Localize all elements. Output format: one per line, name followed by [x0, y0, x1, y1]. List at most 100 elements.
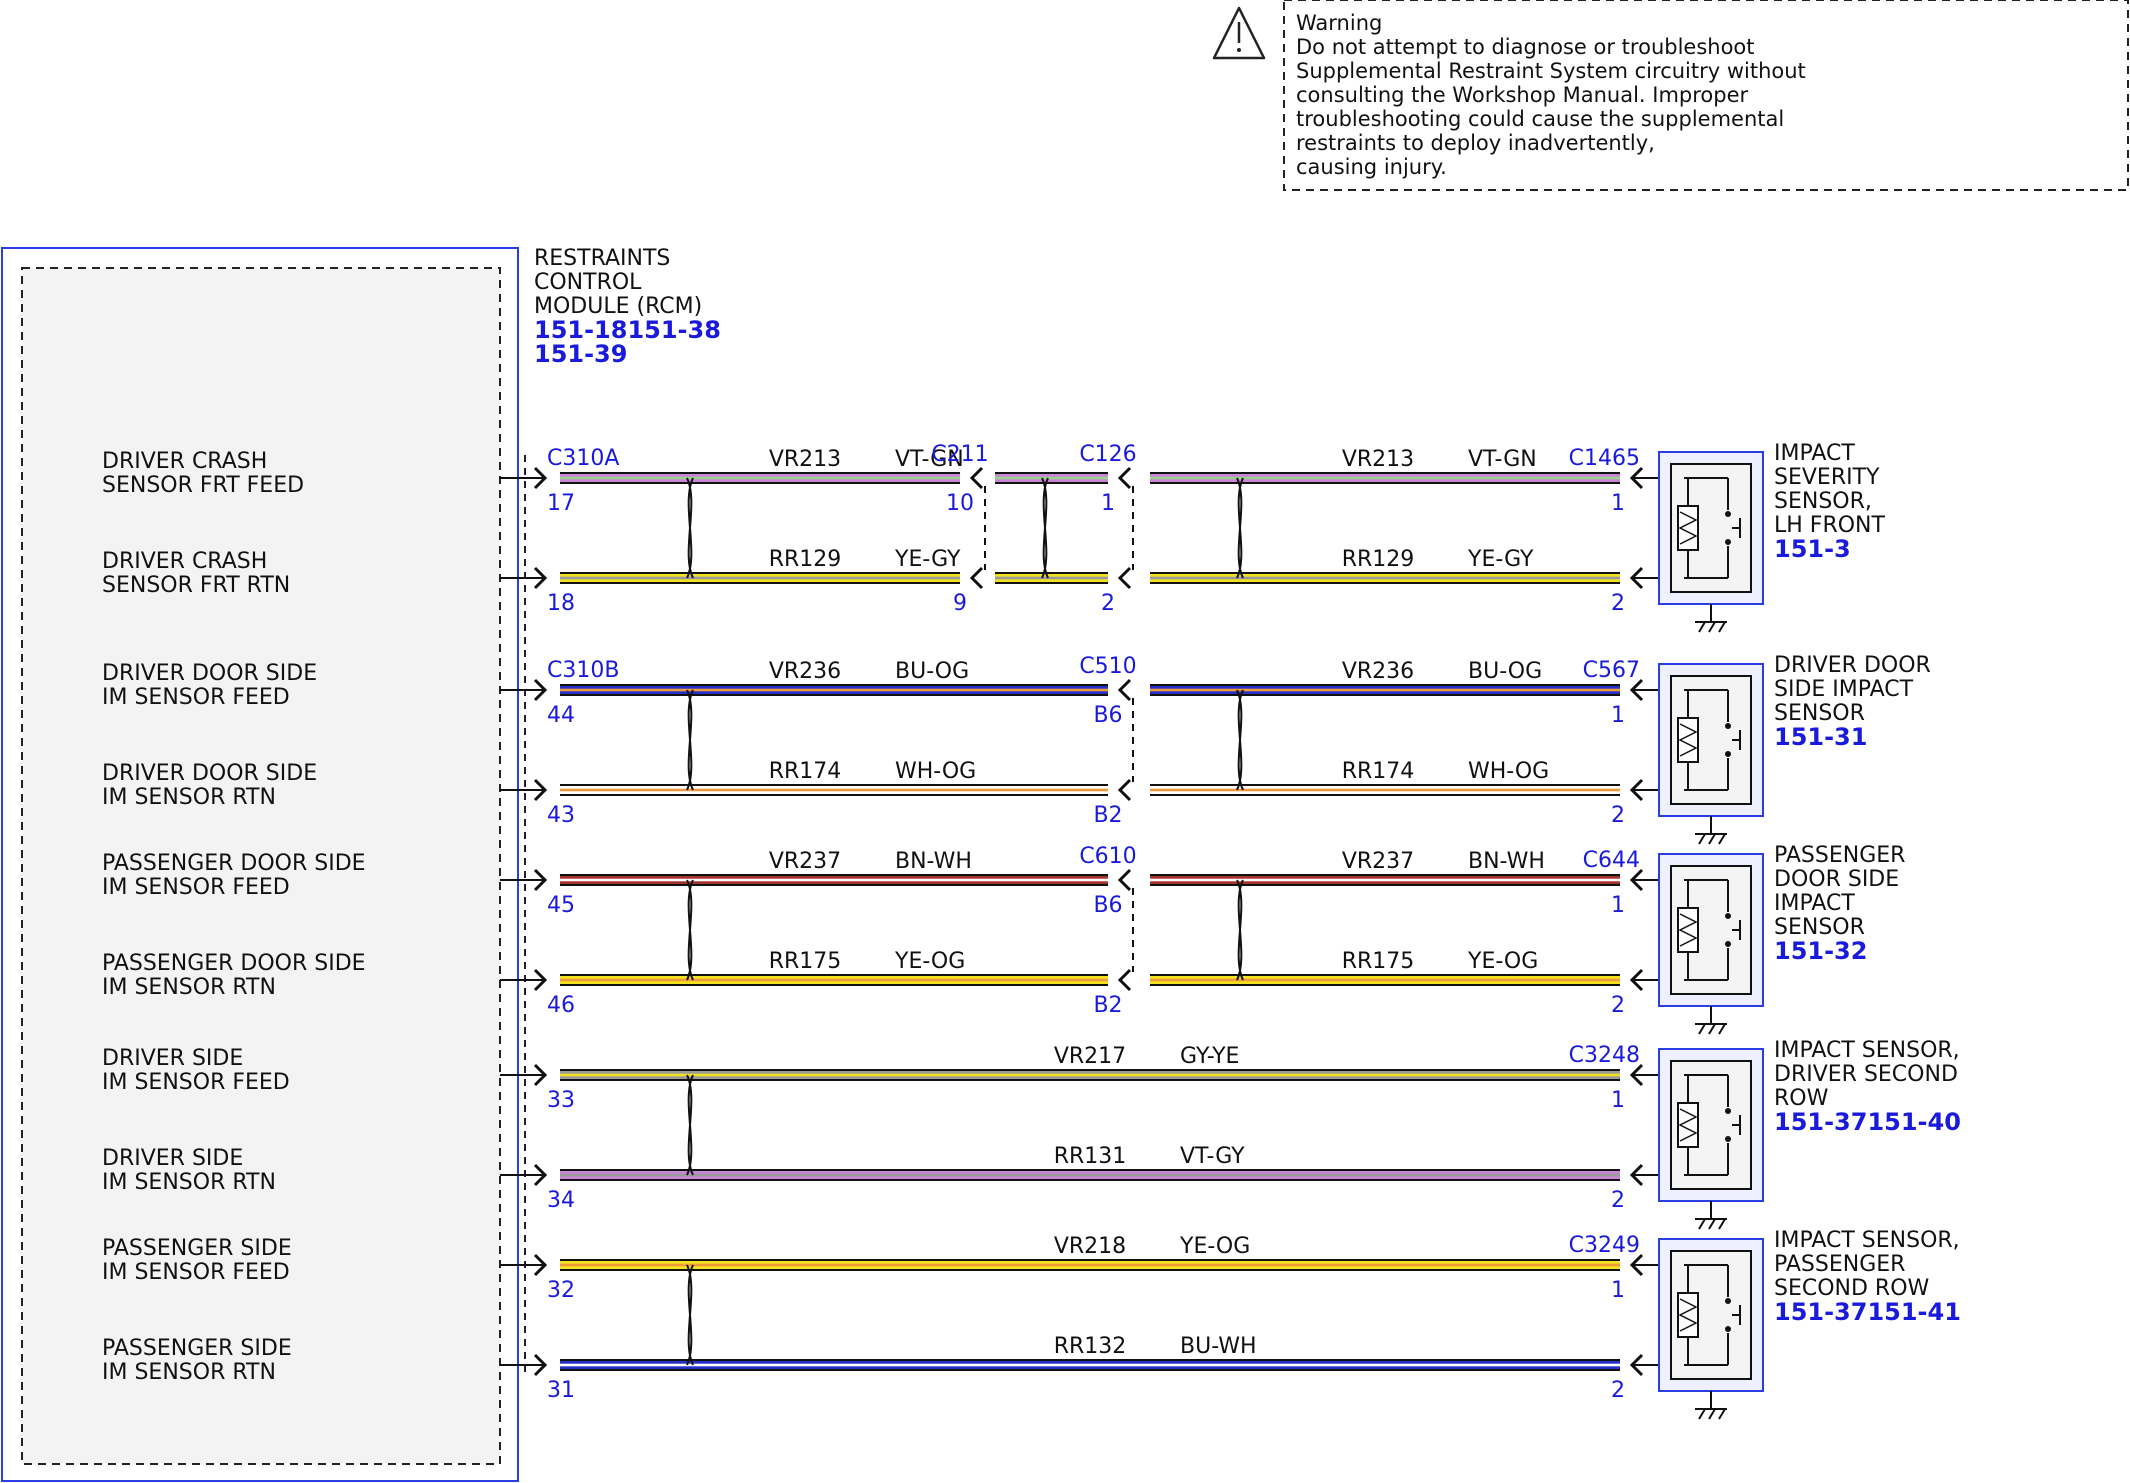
inline-pin-number: B2 — [1093, 993, 1122, 1018]
ground-icon-hatch — [1698, 1408, 1706, 1420]
rcm-pin-number: 17 — [547, 491, 575, 516]
circuit-label: IM SENSOR RTN — [102, 1170, 276, 1195]
sensor-name-line: IMPACT SENSOR, — [1774, 1228, 1960, 1253]
inline-connector-label: C211 — [931, 442, 988, 467]
sensor-name-line: DRIVER SECOND — [1774, 1062, 1958, 1087]
circuit-label: DRIVER DOOR SIDE — [102, 761, 317, 786]
wire-stripe-color — [560, 576, 960, 580]
ground-icon-hatch — [1698, 1023, 1706, 1035]
ground-icon-hatch — [1708, 1023, 1716, 1035]
sensor-pin-number: 1 — [1611, 703, 1625, 728]
wire-circuit-id: VR236 — [1342, 659, 1414, 684]
wire-circuit-id: RR129 — [769, 547, 842, 572]
circuit-label: IM SENSOR RTN — [102, 785, 276, 810]
circuit-label: PASSENGER DOOR SIDE — [102, 851, 366, 876]
warning-icon — [1212, 6, 1266, 60]
sensor-name-line: IMPACT SENSOR, — [1774, 1038, 1960, 1063]
wire-circuit-id: VR237 — [1342, 849, 1414, 874]
twisted-pair-marker — [1236, 879, 1244, 981]
circuit-label: IM SENSOR FEED — [102, 1260, 290, 1285]
wire-circuit-id: VR213 — [1342, 447, 1414, 472]
warning-panel: Warning Do not attempt to diagnose or tr… — [1212, 0, 2129, 191]
rcm-name-line: CONTROL — [534, 270, 642, 295]
inline-pin-number: B6 — [1093, 703, 1122, 728]
sensor-pin-number: 1 — [1611, 491, 1625, 516]
sensor-ref: 151-37151-40 — [1774, 1108, 1961, 1136]
rcm-ref[interactable]: 151-39 — [534, 340, 627, 368]
sensor-ref: 151-3 — [1774, 535, 1851, 563]
sensor-name-line: PASSENGER — [1774, 843, 1905, 868]
wire-color-code: BU-OG — [895, 659, 969, 684]
rcm-pin-number: 43 — [547, 803, 575, 828]
inline-connector-arrow — [1117, 466, 1132, 490]
wire-color-code: YE-GY — [894, 547, 961, 572]
wire-stripe-color — [560, 688, 1108, 692]
wire-color-code: YE-GY — [1467, 547, 1534, 572]
wire-color-code: BN-WH — [1468, 849, 1545, 874]
wire-stripe-color — [995, 476, 1108, 480]
inline-connector-label: C610 — [1079, 844, 1136, 869]
wire-circuit-id: RR131 — [1054, 1144, 1127, 1169]
wire-circuit-id: VR218 — [1054, 1234, 1126, 1259]
rcm-pin-number: 33 — [547, 1088, 575, 1113]
wire-stripe-color — [560, 1263, 1620, 1267]
impact-sensor: IMPACT SENSOR,PASSENGERSECOND ROW151-371… — [1658, 1228, 1961, 1420]
wire-color-code: YE-OG — [1467, 949, 1538, 974]
sensor-pin-number: 1 — [1611, 893, 1625, 918]
twisted-pair-marker — [686, 477, 694, 579]
sensor-switch-contact — [1725, 723, 1731, 729]
sensor-ref: 151-32 — [1774, 937, 1867, 965]
circuit-label: PASSENGER SIDE — [102, 1236, 292, 1261]
sensor-switch-contact — [1725, 511, 1731, 517]
wire-stripe-color — [560, 476, 960, 480]
wiring-diagram: Warning Do not attempt to diagnose or tr… — [1, 0, 2129, 1482]
wire-color-code: YE-OG — [1179, 1234, 1250, 1259]
warning-title: Warning — [1296, 11, 1382, 35]
ground-icon-hatch — [1698, 621, 1706, 633]
inline-connector-label: C510 — [1079, 654, 1136, 679]
sensor-switch-contact — [1725, 1298, 1731, 1304]
sensor-pin-number: 2 — [1611, 993, 1625, 1018]
sensor-connector-label: C3248 — [1569, 1043, 1640, 1068]
circuit-label: DRIVER SIDE — [102, 1146, 243, 1171]
circuit-label: IM SENSOR RTN — [102, 975, 276, 1000]
rcm-pin-number: 46 — [547, 993, 575, 1018]
ground-icon-hatch — [1718, 1023, 1726, 1035]
warning-line: Do not attempt to diagnose or troublesho… — [1296, 35, 1755, 59]
circuit-label: IM SENSOR FEED — [102, 1070, 290, 1095]
inline-connector-arrow — [969, 466, 984, 490]
wire-circuit-id: VR237 — [769, 849, 841, 874]
sensor-switch-contact — [1725, 539, 1731, 545]
twisted-pair-marker — [686, 1264, 694, 1366]
inline-connector-arrow — [1117, 868, 1132, 892]
circuit-label: SENSOR FRT RTN — [102, 573, 290, 598]
rcm-pin-number: 31 — [547, 1378, 575, 1403]
warning-line: consulting the Workshop Manual. Improper — [1296, 83, 1749, 107]
wire-circuit-id: VR213 — [769, 447, 841, 472]
sensor-name-line: SEVERITY — [1774, 465, 1880, 490]
warning-line: troubleshooting could cause the suppleme… — [1296, 107, 1784, 131]
wire-circuit-id: RR174 — [769, 759, 842, 784]
ground-icon-hatch — [1718, 1218, 1726, 1230]
twisted-pair-marker — [686, 1074, 694, 1176]
sensor-pin-number: 2 — [1611, 803, 1625, 828]
sensor-pin-number: 1 — [1611, 1278, 1625, 1303]
ground-icon-hatch — [1708, 1408, 1716, 1420]
sensor-connector-label: C644 — [1583, 848, 1640, 873]
circuit-label: IM SENSOR RTN — [102, 1360, 276, 1385]
twisted-pair-marker — [686, 879, 694, 981]
sensor-ref: 151-37151-41 — [1774, 1298, 1961, 1326]
wire-stripe-color — [560, 978, 1108, 982]
inline-pin-number: 1 — [1101, 491, 1115, 516]
circuit-label: DRIVER SIDE — [102, 1046, 243, 1071]
inline-connector-label: C126 — [1079, 442, 1136, 467]
sensor-pin-number: 2 — [1611, 1188, 1625, 1213]
inline-connector-arrow — [1117, 968, 1132, 992]
wire-color-code: VT-GN — [1468, 447, 1537, 472]
wire-circuit-id: RR175 — [769, 949, 842, 974]
wire-color-code: WH-OG — [1468, 759, 1549, 784]
wire-stripe-color — [1150, 788, 1620, 792]
impact-sensor: IMPACT SENSOR,DRIVER SECONDROW151-37151-… — [1658, 1038, 1961, 1230]
inline-pin-number: 2 — [1101, 591, 1115, 616]
warning-line: causing injury. — [1296, 155, 1447, 179]
